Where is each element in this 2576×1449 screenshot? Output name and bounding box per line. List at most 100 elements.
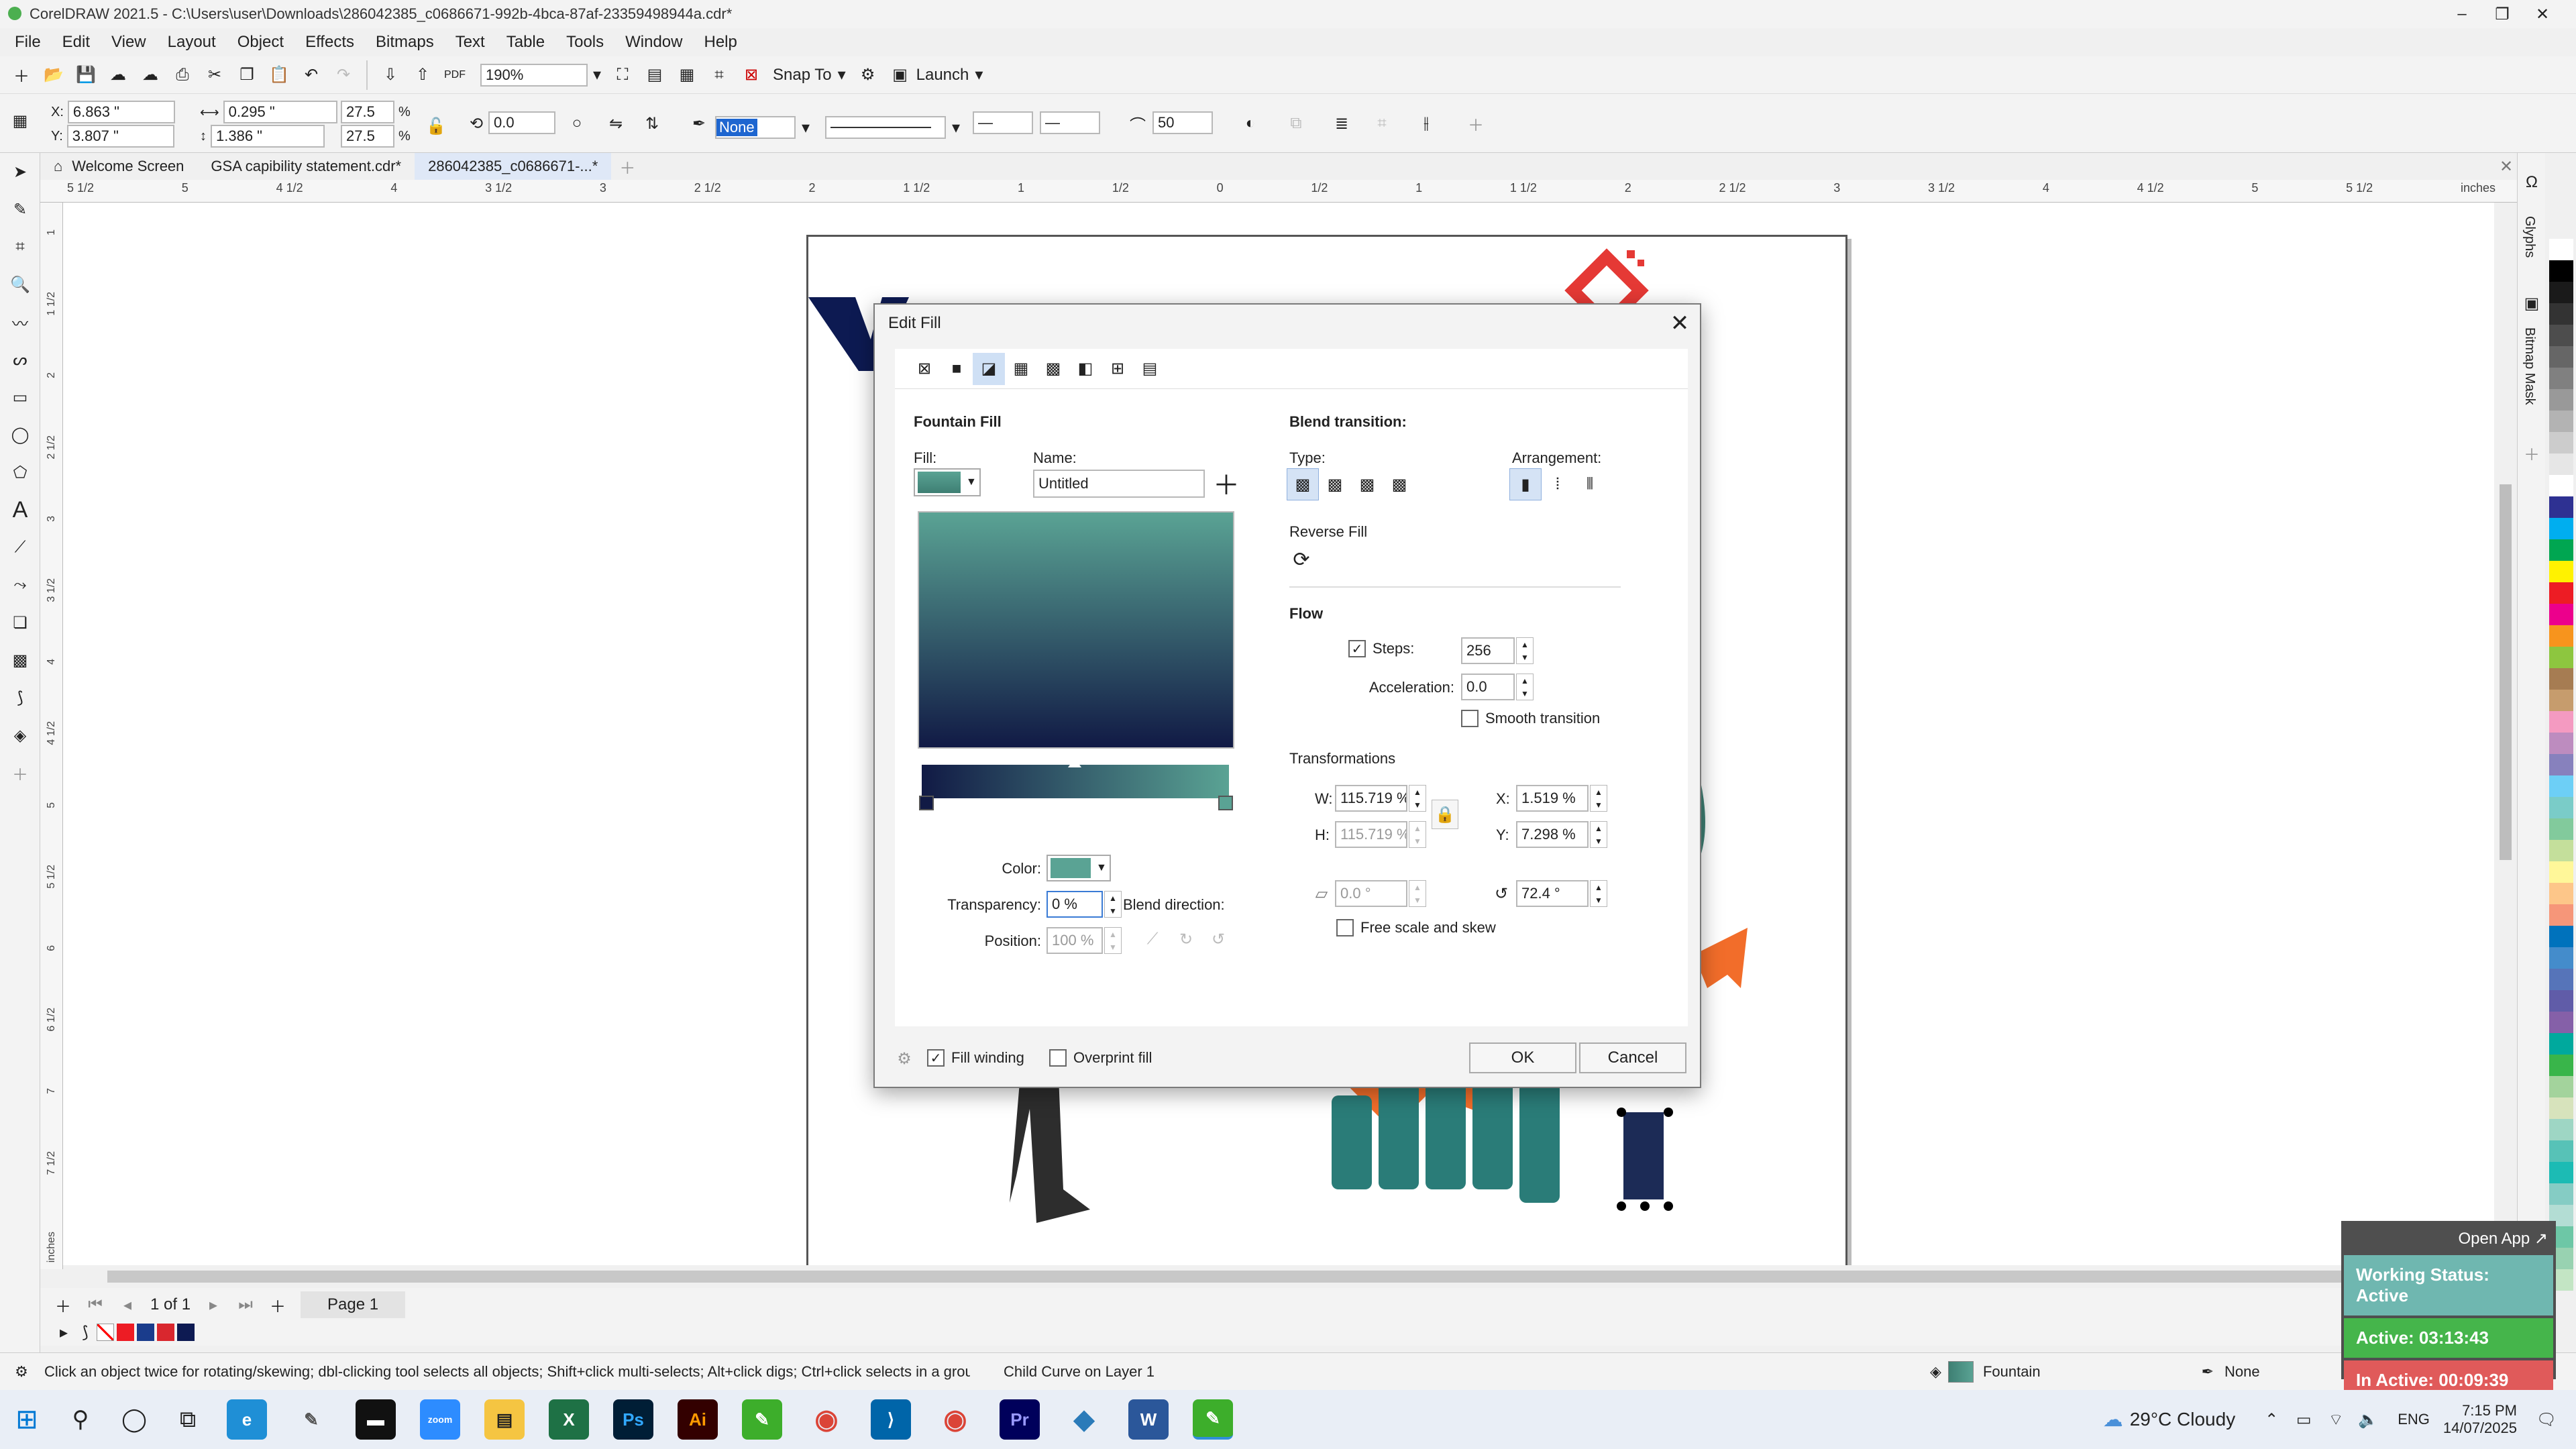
coreldraw-active-icon[interactable]: ✎ — [1193, 1399, 1233, 1440]
text-tool-icon[interactable]: A — [0, 491, 40, 529]
palette-swatch[interactable] — [2549, 647, 2573, 668]
cut-icon[interactable]: ✂ — [199, 59, 231, 91]
palette-swatch[interactable] — [2549, 668, 2573, 690]
x-position-field[interactable]: 6.863 " — [67, 101, 175, 123]
full-screen-icon[interactable]: ⛶ — [606, 59, 639, 91]
rulers-icon[interactable]: ▤ — [639, 59, 671, 91]
vertical-ruler[interactable]: 1 1 1/2 2 2 1/2 3 3 1/2 4 4 1/2 5 5 1/2 6 6 1/2 7 7 1… — [40, 203, 63, 1269]
palette-swatch[interactable] — [2549, 754, 2573, 775]
grid-icon[interactable]: ▦ — [671, 59, 703, 91]
overprint-fill-checkbox[interactable] — [1049, 1049, 1067, 1067]
app-diamond-icon[interactable]: ◆ — [1064, 1399, 1104, 1440]
new-document-icon[interactable]: ＋ — [5, 59, 38, 91]
distribute-icon[interactable]: ⫲ — [1410, 107, 1442, 140]
h-input[interactable]: 115.719 % — [1335, 821, 1407, 848]
bitmap-mask-icon[interactable]: ▣ — [2522, 294, 2542, 313]
photoshop-icon[interactable]: Ps — [613, 1399, 653, 1440]
snap-to-button[interactable]: Snap To — [773, 66, 832, 85]
palette-swatch[interactable] — [2549, 733, 2573, 754]
search-icon[interactable]: ⚲ — [54, 1393, 107, 1446]
acceleration-spinner[interactable]: ▲ ▼ — [1516, 674, 1534, 700]
launch-button[interactable]: Launch — [916, 66, 969, 85]
tab-current-document[interactable]: 286042385_c0686671-...* — [415, 153, 612, 180]
palette-swatch[interactable] — [2549, 947, 2573, 969]
gradient-preview[interactable] — [918, 511, 1234, 749]
gradient-midpoint-handle[interactable] — [1068, 758, 1081, 767]
palette-swatch[interactable] — [2549, 1012, 2573, 1033]
skew-spinner[interactable]: ▲ ▼ — [1409, 880, 1426, 907]
end-arrow-select[interactable]: — — [1040, 111, 1100, 134]
palette-swatch[interactable] — [2549, 1055, 2573, 1076]
palette-swatch[interactable] — [2549, 1076, 2573, 1097]
steps-spinner[interactable]: ▲ ▼ — [1516, 637, 1534, 664]
palette-swatch[interactable] — [2549, 496, 2573, 518]
volume-icon[interactable]: 🔈 — [2352, 1403, 2384, 1436]
windows-start-icon[interactable]: ⊞ — [0, 1393, 54, 1446]
tab-welcome-screen[interactable]: ⌂ Welcome Screen — [40, 153, 197, 180]
steps-input[interactable]: 256 — [1461, 637, 1515, 664]
import-icon[interactable]: ⇩ — [374, 59, 407, 91]
palette-swatch[interactable] — [2549, 1140, 2573, 1162]
y-offset-spinner[interactable]: ▲ ▼ — [1590, 821, 1607, 848]
free-scale-checkbox[interactable] — [1336, 919, 1354, 936]
texture-fill-icon[interactable]: ⊞ — [1102, 353, 1134, 385]
rotate-input[interactable]: 72.4 ° — [1516, 880, 1589, 907]
transparency-input[interactable]: 0 % — [1046, 891, 1103, 918]
save-icon[interactable]: 💾 — [70, 59, 102, 91]
no-color-swatch[interactable] — [97, 1324, 114, 1341]
y-position-field[interactable]: 3.807 " — [66, 125, 174, 148]
lock-icon[interactable]: 🔒 — [1432, 800, 1458, 829]
network-icon[interactable]: ⌔ — [2320, 1403, 2352, 1436]
illustrator-icon[interactable]: Ai — [678, 1399, 718, 1440]
palette-swatch[interactable] — [2549, 389, 2573, 411]
combine-icon[interactable]: ⧉ — [1280, 107, 1312, 140]
elliptical-fill-icon[interactable]: ▩ — [1319, 468, 1351, 500]
vertical-scroll-thumb[interactable] — [2500, 484, 2512, 860]
gear-icon[interactable]: ⚙ — [852, 59, 884, 91]
chevron-down-icon[interactable]: ▾ — [796, 111, 816, 144]
edge-icon[interactable]: e — [227, 1399, 267, 1440]
blend-linear-icon[interactable]: ⟋ — [1136, 923, 1169, 955]
palette-swatch[interactable] — [2549, 797, 2573, 818]
align-icon[interactable]: ≣ — [1326, 107, 1358, 140]
launch-icon[interactable]: ▣ — [884, 59, 916, 91]
pdf-icon[interactable]: PDF — [439, 59, 471, 91]
menu-object[interactable]: Object — [237, 33, 284, 52]
horizontal-scrollbar[interactable] — [63, 1265, 2518, 1288]
zoom-icon[interactable]: zoom — [420, 1399, 460, 1440]
palette-swatch[interactable] — [2549, 539, 2573, 561]
palette-swatch[interactable] — [2549, 325, 2573, 346]
close-icon[interactable]: ✕ — [1664, 307, 1696, 339]
task-view-icon[interactable]: ⧉ — [161, 1393, 215, 1446]
postscript-fill-icon[interactable]: ▤ — [1134, 353, 1166, 385]
eyedropper-icon[interactable]: ⟆ — [74, 1316, 97, 1348]
next-page-icon[interactable]: ▸ — [197, 1289, 229, 1321]
cortana-icon[interactable]: ◯ — [107, 1393, 161, 1446]
pick-tool-icon[interactable]: ➤ — [0, 153, 40, 191]
rectangular-fill-icon[interactable]: ▩ — [1383, 468, 1415, 500]
palette-swatch[interactable] — [2549, 561, 2573, 582]
display-icon[interactable]: ▭ — [2288, 1403, 2320, 1436]
lock-ratio-icon[interactable]: 🔓 — [420, 110, 452, 142]
transparency-spinner[interactable]: ▲ ▼ — [1104, 891, 1122, 918]
node-color-picker[interactable]: ▼ — [1046, 855, 1111, 881]
palette-swatch[interactable] — [2549, 453, 2573, 475]
no-fill-icon[interactable]: ⊠ — [908, 353, 941, 385]
coreldraw-icon[interactable]: ✎ — [742, 1399, 782, 1440]
palette-swatch[interactable] — [2549, 282, 2573, 303]
cancel-button[interactable]: Cancel — [1579, 1042, 1686, 1073]
palette-swatch[interactable] — [2549, 840, 2573, 861]
menu-help[interactable]: Help — [704, 33, 737, 52]
menu-text[interactable]: Text — [455, 33, 485, 52]
chevron-down-icon[interactable]: ▾ — [588, 59, 606, 91]
blend-counterclockwise-icon[interactable]: ↺ — [1202, 923, 1234, 955]
pen-app-icon[interactable]: ✎ — [291, 1399, 331, 1440]
smoothing-field[interactable]: 50 — [1152, 111, 1213, 134]
text-wrap-icon[interactable]: ◐ — [1234, 107, 1267, 140]
color-swatch[interactable] — [117, 1324, 134, 1341]
eyedropper-tool-icon[interactable]: ⟆ — [0, 679, 40, 716]
width-field[interactable]: 0.295 " — [223, 101, 337, 123]
repeat-icon[interactable]: ⦀ — [1574, 468, 1606, 500]
repeat-mirror-icon[interactable]: ⦙ — [1542, 468, 1574, 500]
notifications-icon[interactable]: 🗨 — [2530, 1403, 2563, 1436]
